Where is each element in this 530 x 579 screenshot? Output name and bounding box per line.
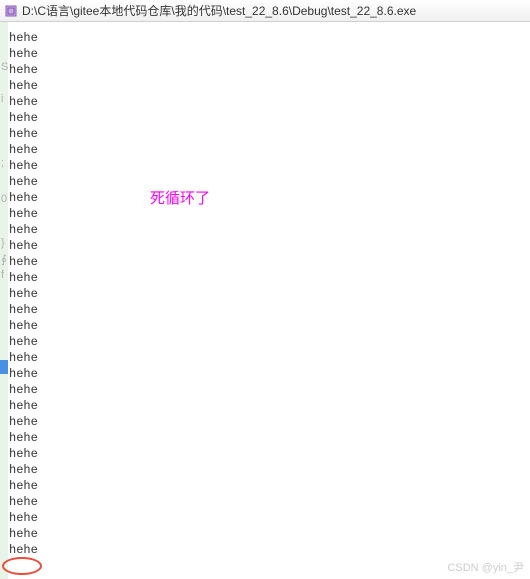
- watermark: CSDN @yin_尹: [447, 559, 524, 575]
- output-line: hehe: [9, 366, 38, 382]
- output-line: hehe: [9, 222, 38, 238]
- output-line: hehe: [9, 158, 38, 174]
- window-title: D:\C语言\gitee本地代码仓库\我的代码\test_22_8.6\Debu…: [22, 2, 416, 19]
- output-line: hehe: [9, 398, 38, 414]
- output-line: hehe: [9, 126, 38, 142]
- gutter-char: }: [1, 238, 5, 249]
- output-line: hehe: [9, 110, 38, 126]
- output-line: hehe: [9, 478, 38, 494]
- output-line: hehe: [9, 238, 38, 254]
- output-line: hehe: [9, 190, 38, 206]
- title-bar: D:\C语言\gitee本地代码仓库\我的代码\test_22_8.6\Debu…: [0, 0, 530, 22]
- gutter-char: i: [1, 94, 3, 105]
- output-line: hehe: [9, 46, 38, 62]
- output-line: hehe: [9, 318, 38, 334]
- gutter-char: S: [1, 62, 8, 73]
- gutter-char: ∮: [1, 255, 7, 266]
- output-line: hehe: [9, 78, 38, 94]
- gutter-char: f: [1, 270, 4, 281]
- output-line: hehe: [9, 430, 38, 446]
- output-line: hehe: [9, 382, 38, 398]
- gutter-char: ;: [1, 158, 4, 169]
- output-line: hehe: [9, 462, 38, 478]
- annotation-text: 死循环了: [150, 187, 210, 208]
- output-line: hehe: [9, 30, 38, 46]
- output-line: hehe: [9, 142, 38, 158]
- output-line: hehe: [9, 302, 38, 318]
- app-icon: [4, 4, 18, 18]
- output-line: hehe: [9, 334, 38, 350]
- output-line: hehe: [9, 286, 38, 302]
- blue-gutter-mark: [0, 360, 8, 374]
- output-line: hehe: [9, 494, 38, 510]
- console-output: hehehehehehehehehehehehehehehehehehehehe…: [9, 30, 38, 558]
- output-line: hehe: [9, 446, 38, 462]
- output-line: hehe: [9, 94, 38, 110]
- console-area: Si;0}∮f hehehehehehehehehehehehehehehehe…: [0, 22, 530, 579]
- output-line: hehe: [9, 350, 38, 366]
- output-line: hehe: [9, 206, 38, 222]
- output-line: hehe: [9, 542, 38, 558]
- output-line: hehe: [9, 62, 38, 78]
- gutter-strip: Si; 0} ∮ f: [0, 22, 8, 579]
- gutter-char: 0: [1, 194, 7, 205]
- output-line: hehe: [9, 510, 38, 526]
- output-line: hehe: [9, 174, 38, 190]
- circle-annotation: [2, 557, 42, 575]
- output-line: hehe: [9, 254, 38, 270]
- output-line: hehe: [9, 526, 38, 542]
- output-line: hehe: [9, 270, 38, 286]
- output-line: hehe: [9, 414, 38, 430]
